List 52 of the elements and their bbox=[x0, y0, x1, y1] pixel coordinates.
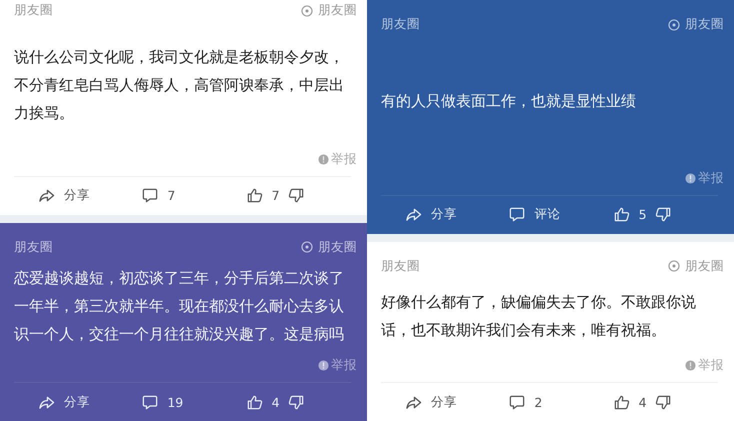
comment-button[interactable]: 19 bbox=[142, 394, 247, 410]
report-button[interactable]: 举报 bbox=[685, 170, 724, 186]
thumbs-down-icon bbox=[288, 188, 304, 203]
comment-icon bbox=[142, 394, 158, 410]
like-button[interactable]: 7 bbox=[246, 188, 280, 203]
comment-button[interactable]: 评论 bbox=[509, 206, 614, 223]
thumbs-down-icon bbox=[654, 207, 671, 222]
channel-label: 朋友圈 bbox=[685, 258, 724, 274]
comment-icon bbox=[509, 394, 526, 410]
source-label: 朋友圈 bbox=[14, 238, 53, 256]
thumbs-up-icon bbox=[614, 394, 630, 410]
share-icon bbox=[405, 207, 422, 222]
share-button[interactable]: 分享 bbox=[38, 394, 142, 410]
share-icon bbox=[38, 394, 55, 410]
comment-button[interactable]: 7 bbox=[142, 188, 247, 203]
report-button[interactable]: 举报 bbox=[318, 357, 357, 374]
source-label: 朋友圈 bbox=[381, 16, 420, 33]
like-button[interactable]: 4 bbox=[246, 394, 280, 410]
thumbs-up-icon bbox=[246, 394, 263, 410]
share-button[interactable]: 分享 bbox=[38, 187, 142, 204]
comment-icon bbox=[142, 188, 158, 203]
circle-dot-icon bbox=[668, 18, 680, 30]
thumbs-down-icon bbox=[288, 394, 304, 410]
channel-label: 朋友圈 bbox=[318, 2, 357, 19]
channel-label: 朋友圈 bbox=[318, 238, 357, 256]
like-button[interactable]: 4 bbox=[614, 394, 647, 410]
share-button[interactable]: 分享 bbox=[405, 206, 510, 223]
circle-dot-icon bbox=[668, 260, 680, 272]
dislike-button[interactable] bbox=[288, 188, 304, 203]
share-icon bbox=[38, 188, 55, 203]
source-label: 朋友圈 bbox=[14, 2, 53, 19]
post-text: 说什么公司文化呢，我司文化就是老板朝令夕改，不分青红皂白骂人侮辱人，高管阿谀奉承，中层出力挨骂。 bbox=[14, 46, 345, 124]
share-button[interactable]: 分享 bbox=[405, 394, 510, 410]
share-icon bbox=[405, 394, 422, 410]
like-button[interactable]: 5 bbox=[614, 207, 647, 222]
warning-icon bbox=[685, 172, 696, 184]
post-text: 有的人只做表面工作，也就是显性业绩 bbox=[381, 91, 636, 112]
source-label: 朋友圈 bbox=[381, 258, 420, 274]
post-text: 恋爱越谈越短，初恋谈了三年，分手后第二次谈了一年半，第三次就半年。现在都没什么耐心去多认识一个人，交往一个月往往就没兴趣了。这是病吗 bbox=[14, 268, 345, 346]
dislike-button[interactable] bbox=[654, 394, 671, 410]
warning-icon bbox=[318, 154, 329, 164]
channel-label: 朋友圈 bbox=[685, 16, 724, 33]
thumbs-up-icon bbox=[614, 207, 630, 222]
post-text: 好像什么都有了，缺偏偏失去了你。不敢跟你说话，也不敢期许我们会有未来，唯有祝福。 bbox=[381, 292, 697, 341]
warning-icon bbox=[685, 360, 696, 371]
thumbs-down-icon bbox=[654, 394, 671, 410]
warning-icon bbox=[318, 360, 329, 371]
comment-button[interactable]: 2 bbox=[509, 394, 614, 410]
thumbs-up-icon bbox=[246, 188, 263, 203]
circle-dot-icon bbox=[301, 4, 313, 16]
comment-icon bbox=[509, 207, 526, 222]
circle-dot-icon bbox=[301, 241, 313, 253]
